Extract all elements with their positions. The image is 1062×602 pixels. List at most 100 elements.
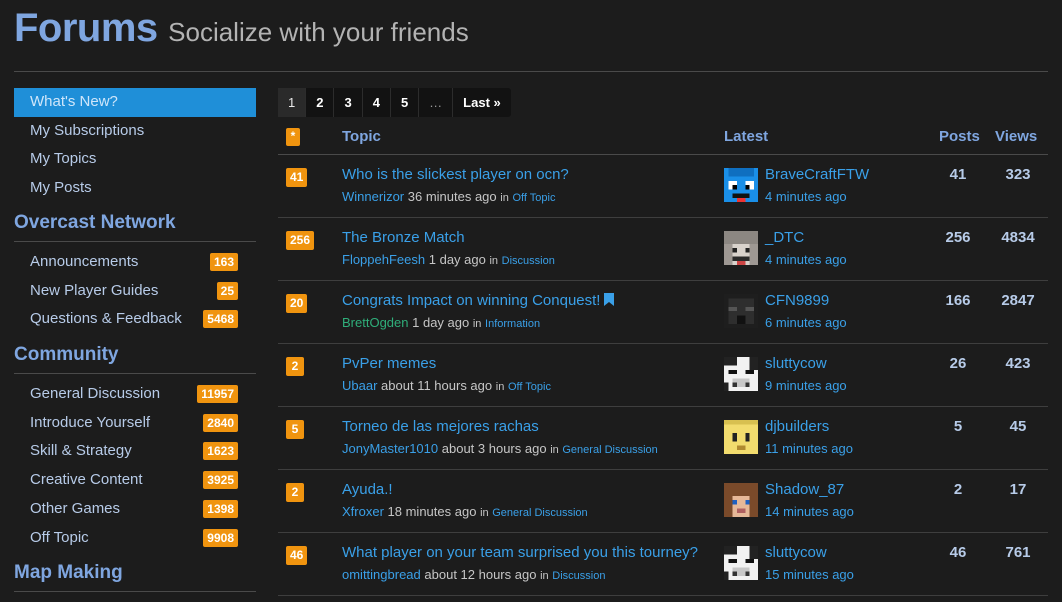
table-header: * Topic Latest Posts Views <box>278 120 1048 155</box>
latest-time-link[interactable]: 6 minutes ago <box>765 315 847 330</box>
category-item[interactable]: General Discussion 11957 <box>14 380 256 409</box>
category-item[interactable]: Questions & Feedback 5468 <box>14 305 256 334</box>
column-topic[interactable]: Topic <box>342 128 381 145</box>
page-link[interactable]: 3 <box>334 88 363 117</box>
category-item[interactable]: Off Topic 9908 <box>14 524 256 553</box>
category-link[interactable]: Information <box>485 318 540 330</box>
latest-time-link[interactable]: 15 minutes ago <box>765 567 854 582</box>
page-link[interactable]: 4 <box>363 88 391 117</box>
topic-title-link[interactable]: Congrats Impact on winning Conquest! <box>342 292 615 309</box>
category-link[interactable]: Discussion <box>502 255 555 267</box>
topic-age: about 12 hours ago <box>424 567 537 582</box>
category-link[interactable]: General Discussion <box>562 444 657 456</box>
latest-time-link[interactable]: 9 minutes ago <box>765 378 847 393</box>
in-label: in <box>540 570 549 582</box>
posts-count: 46 <box>949 544 967 561</box>
avatar[interactable] <box>724 420 758 454</box>
unread-count-badge[interactable]: 20 <box>286 294 308 313</box>
nav-item[interactable]: My Topics <box>14 145 256 174</box>
latest-user-link[interactable]: sluttycow <box>765 544 827 561</box>
category-link[interactable]: General Discussion <box>492 507 587 519</box>
views-count: 761 <box>1005 544 1031 561</box>
unread-count-badge[interactable]: 256 <box>286 231 315 250</box>
latest-user-link[interactable]: CFN9899 <box>765 292 829 309</box>
category-item[interactable]: New Player Guides 25 <box>14 277 256 306</box>
topic-title-text: The Bronze Match <box>342 229 465 246</box>
topic-title-link[interactable]: The Bronze Match <box>342 229 465 246</box>
topic-title-text: What player on your team surprised you t… <box>342 544 699 561</box>
author-link[interactable]: Xfroxer <box>342 504 384 519</box>
category-count-badge: 3925 <box>203 471 238 490</box>
topic-meta: FloppehFeesh 1 day ago in Discussion <box>342 252 555 267</box>
avatar[interactable] <box>724 294 758 328</box>
latest-time-link[interactable]: 4 minutes ago <box>765 252 847 267</box>
category-link[interactable]: Discussion <box>552 570 605 582</box>
author-link[interactable]: Ubaar <box>342 378 377 393</box>
latest-user-link[interactable]: BraveCraftFTW <box>765 166 869 183</box>
section-heading[interactable]: Map Making <box>14 558 256 593</box>
column-views[interactable]: Views <box>995 128 1037 145</box>
section-heading[interactable]: Community <box>14 340 256 375</box>
latest-time-link[interactable]: 11 minutes ago <box>765 441 853 456</box>
last-page-link[interactable]: Last » <box>453 88 511 117</box>
column-latest[interactable]: Latest <box>724 128 768 145</box>
section-heading[interactable]: Overcast Network <box>14 208 256 242</box>
latest-user-link[interactable]: djbuilders <box>765 418 829 435</box>
unread-count-badge[interactable]: 2 <box>286 483 304 502</box>
latest-user-link[interactable]: sluttycow <box>765 355 827 372</box>
topic-title-link[interactable]: PvPer memes <box>342 355 436 372</box>
category-item[interactable]: Other Games 1398 <box>14 495 256 524</box>
topic-title-link[interactable]: Torneo de las mejores rachas <box>342 418 539 435</box>
nav-item[interactable]: What's New? <box>14 88 256 117</box>
author-link[interactable]: BrettOgden <box>342 315 409 330</box>
column-posts[interactable]: Posts <box>939 128 980 145</box>
avatar[interactable] <box>724 168 758 202</box>
unread-count-badge[interactable]: 46 <box>286 546 308 565</box>
topic-title-link[interactable]: Ayuda.! <box>342 481 393 498</box>
author-link[interactable]: omittingbread <box>342 567 421 582</box>
author-link[interactable]: Winnerizor <box>342 189 404 204</box>
views-count: 323 <box>1005 166 1031 183</box>
page-subtitle: Socialize with your friends <box>168 17 469 47</box>
topic-title-text: Who is the slickest player on ocn? <box>342 166 569 183</box>
category-count-badge: 25 <box>216 281 238 300</box>
views-count: 2847 <box>1001 292 1035 309</box>
topic-title-link[interactable]: What player on your team surprised you t… <box>342 544 698 561</box>
star-sort-badge[interactable]: * <box>286 128 300 146</box>
nav-item[interactable]: My Posts <box>14 174 256 203</box>
unread-count-badge[interactable]: 41 <box>286 168 308 187</box>
category-item[interactable]: Introduce Yourself 2840 <box>14 409 256 438</box>
nav-item[interactable]: My Subscriptions <box>14 117 256 146</box>
category-label: Questions & Feedback <box>30 310 182 328</box>
table-row: 46 What player on your team surprised you… <box>278 533 1048 596</box>
views-count: 423 <box>1005 355 1031 372</box>
category-item[interactable]: Announcements 163 <box>14 248 256 277</box>
latest-time-link[interactable]: 4 minutes ago <box>765 189 847 204</box>
topic-table: * Topic Latest Posts Views 41 Who is the … <box>278 120 1048 596</box>
avatar[interactable] <box>724 231 758 265</box>
topic-title-link[interactable]: Who is the slickest player on ocn? <box>342 166 569 183</box>
author-link[interactable]: JonyMaster1010 <box>342 441 438 456</box>
avatar[interactable] <box>724 357 758 391</box>
topic-meta: omittingbread about 12 hours ago in Disc… <box>342 567 605 582</box>
page-title: Forums <box>14 6 158 50</box>
category-item[interactable]: Creative Content 3925 <box>14 466 256 495</box>
avatar[interactable] <box>724 546 758 580</box>
latest-user-link[interactable]: Shadow_87 <box>765 481 844 498</box>
unread-count-badge[interactable]: 2 <box>286 357 304 376</box>
page-link[interactable]: 1 <box>278 88 307 117</box>
page-link[interactable]: 2 <box>306 88 335 117</box>
latest-time-link[interactable]: 14 minutes ago <box>765 504 854 519</box>
avatar[interactable] <box>724 483 758 517</box>
latest-user-link[interactable]: _DTC <box>765 229 804 246</box>
category-count-badge: 9908 <box>203 528 238 547</box>
category-item[interactable]: Skill & Strategy 1623 <box>14 437 256 466</box>
category-link[interactable]: Off Topic <box>512 192 555 204</box>
page-link[interactable]: 5 <box>391 88 420 117</box>
table-row: 2 Ayuda.! Xfroxer 18 minutes ago in Genera… <box>278 470 1048 533</box>
topic-title-text: Torneo de las mejores rachas <box>342 418 539 435</box>
category-link[interactable]: Off Topic <box>508 381 551 393</box>
author-link[interactable]: FloppehFeesh <box>342 252 425 267</box>
unread-count-badge[interactable]: 5 <box>286 420 304 439</box>
category-label: Creative Content <box>30 471 143 489</box>
